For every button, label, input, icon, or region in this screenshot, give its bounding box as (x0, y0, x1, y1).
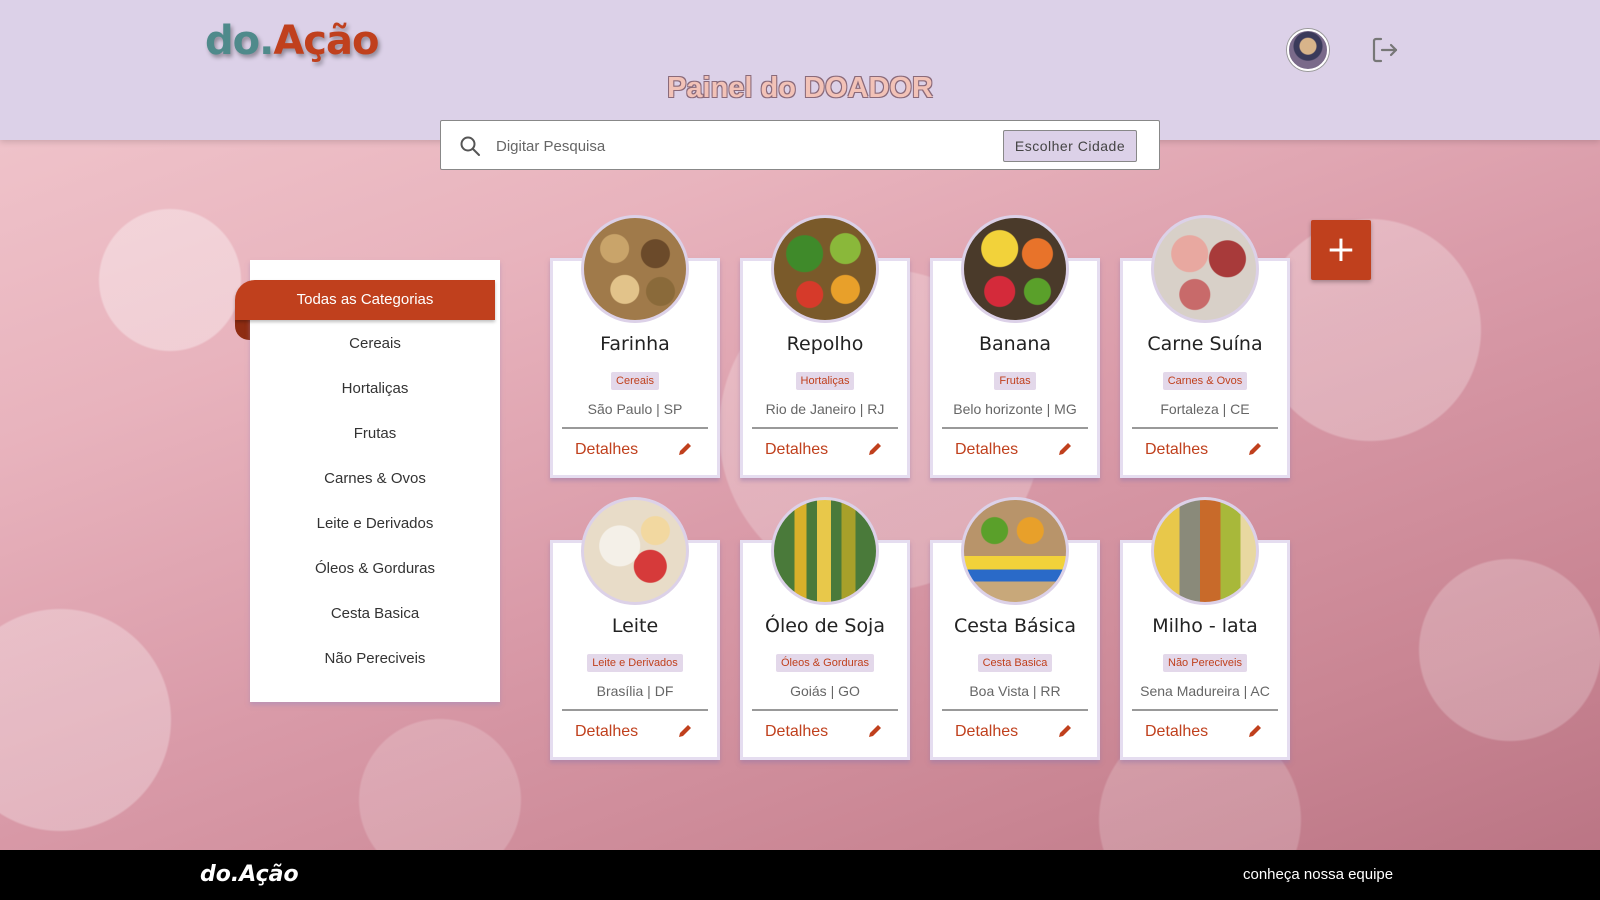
edit-icon[interactable] (677, 723, 693, 739)
card-category-tag: Frutas (933, 369, 1097, 390)
edit-icon[interactable] (677, 441, 693, 457)
card-category-tag: Carnes & Ovos (1123, 369, 1287, 390)
donation-card: Leite Leite e Derivados Brasília | DF De… (550, 497, 720, 760)
search-icon[interactable] (459, 135, 481, 157)
logo-part2: Ação (273, 18, 379, 64)
add-donation-button[interactable]: + (1311, 220, 1371, 280)
details-link[interactable]: Detalhes (765, 723, 828, 741)
divider (1132, 427, 1278, 429)
card-image-meat (1151, 215, 1259, 323)
card-location: Rio de Janeiro | RJ (765, 401, 885, 417)
page-title: Painel do DOADOR (667, 72, 933, 104)
divider (752, 709, 898, 711)
header: do.Ação Painel do DOADOR (0, 0, 1600, 140)
card-title: Banana (978, 333, 1052, 355)
card-category-tag: Óleos & Gorduras (743, 651, 907, 672)
divider (942, 427, 1088, 429)
card-location: Fortaleza | CE (1160, 401, 1250, 417)
card-image-vegetables (771, 215, 879, 323)
category-leite-derivados[interactable]: Leite e Derivados (250, 504, 500, 544)
card-image-canned-goods (1151, 497, 1259, 605)
card-title: Milho - lata (1152, 615, 1258, 637)
card-location: Belo horizonte | MG (953, 401, 1077, 417)
details-link[interactable]: Detalhes (765, 441, 828, 459)
divider (1132, 709, 1278, 711)
card-title: Cesta Básica (954, 615, 1076, 637)
details-link[interactable]: Detalhes (1145, 441, 1208, 459)
tag-label: Óleos & Gorduras (775, 654, 875, 672)
tag-label: Cesta Basica (977, 654, 1053, 672)
tag-label: Não Pereciveis (1163, 654, 1247, 672)
card-category-tag: Hortaliças (743, 369, 907, 390)
edit-icon[interactable] (1057, 441, 1073, 457)
category-frutas[interactable]: Frutas (250, 414, 500, 454)
category-carnes-ovos[interactable]: Carnes & Ovos (250, 459, 500, 499)
details-link[interactable]: Detalhes (575, 723, 638, 741)
donation-card: Milho - lata Não Pereciveis Sena Madurei… (1120, 497, 1290, 760)
card-location: Goiás | GO (790, 683, 860, 699)
category-oleos-gorduras[interactable]: Óleos & Gorduras (250, 549, 500, 589)
divider (562, 709, 708, 711)
details-link[interactable]: Detalhes (575, 441, 638, 459)
logout-icon[interactable] (1369, 34, 1401, 66)
tag-label: Carnes & Ovos (1162, 372, 1248, 390)
card-title: Repolho (786, 333, 864, 355)
edit-icon[interactable] (1247, 723, 1263, 739)
details-link[interactable]: Detalhes (955, 441, 1018, 459)
tag-label: Leite e Derivados (587, 654, 683, 672)
search-bar: Escolher Cidade (440, 120, 1160, 170)
donation-card: Óleo de Soja Óleos & Gorduras Goiás | GO… (740, 497, 910, 760)
divider (942, 709, 1088, 711)
category-cereais[interactable]: Cereais (250, 324, 500, 364)
category-all[interactable]: Todas as Categorias (235, 280, 495, 320)
avatar[interactable] (1287, 29, 1329, 71)
donation-card: Farinha Cereais São Paulo | SP Detalhes (550, 215, 720, 478)
card-image-oils (771, 497, 879, 605)
category-hortalicas[interactable]: Hortaliças (250, 369, 500, 409)
search-input[interactable] (496, 133, 926, 159)
team-link[interactable]: conheça nossa equipe (1243, 866, 1393, 883)
logo-part1: do. (205, 18, 274, 64)
divider (562, 427, 708, 429)
card-title: Óleo de Soja (765, 615, 885, 637)
donation-card: Carne Suína Carnes & Ovos Fortaleza | CE… (1120, 215, 1290, 478)
category-cesta-basica[interactable]: Cesta Basica (250, 594, 500, 634)
edit-icon[interactable] (867, 723, 883, 739)
card-location: Sena Madureira | AC (1140, 683, 1270, 699)
category-sidebar: Todas as Categorias Cereais Hortaliças F… (235, 260, 500, 702)
app-logo[interactable]: do.Ação (205, 18, 379, 64)
divider (752, 427, 898, 429)
card-title: Leite (611, 615, 659, 637)
donation-card: Cesta Básica Cesta Basica Boa Vista | RR… (930, 497, 1100, 760)
edit-icon[interactable] (1247, 441, 1263, 457)
donation-card: Repolho Hortaliças Rio de Janeiro | RJ D… (740, 215, 910, 478)
edit-icon[interactable] (1057, 723, 1073, 739)
details-link[interactable]: Detalhes (955, 723, 1018, 741)
tag-label: Cereais (611, 372, 659, 390)
donation-card: Banana Frutas Belo horizonte | MG Detalh… (930, 215, 1100, 478)
edit-icon[interactable] (867, 441, 883, 457)
card-location: São Paulo | SP (587, 401, 683, 417)
card-title: Carne Suína (1147, 333, 1263, 355)
card-image-dairy (581, 497, 689, 605)
choose-city-button[interactable]: Escolher Cidade (1003, 130, 1137, 162)
card-category-tag: Não Pereciveis (1123, 651, 1287, 672)
card-category-tag: Leite e Derivados (553, 651, 717, 672)
category-nao-pereciveis[interactable]: Não Pereciveis (250, 639, 500, 679)
card-image-fruits (961, 215, 1069, 323)
card-image-food-basket (961, 497, 1069, 605)
tag-label: Frutas (994, 372, 1036, 390)
tag-label: Hortaliças (795, 372, 855, 390)
card-location: Brasília | DF (596, 683, 674, 699)
footer: do.Ação conheça nossa equipe (0, 850, 1600, 900)
card-image-grains (581, 215, 689, 323)
card-title: Farinha (600, 333, 670, 355)
details-link[interactable]: Detalhes (1145, 723, 1208, 741)
card-category-tag: Cereais (553, 369, 717, 390)
card-location: Boa Vista | RR (969, 683, 1061, 699)
card-category-tag: Cesta Basica (933, 651, 1097, 672)
footer-logo[interactable]: do.Ação (200, 862, 299, 887)
